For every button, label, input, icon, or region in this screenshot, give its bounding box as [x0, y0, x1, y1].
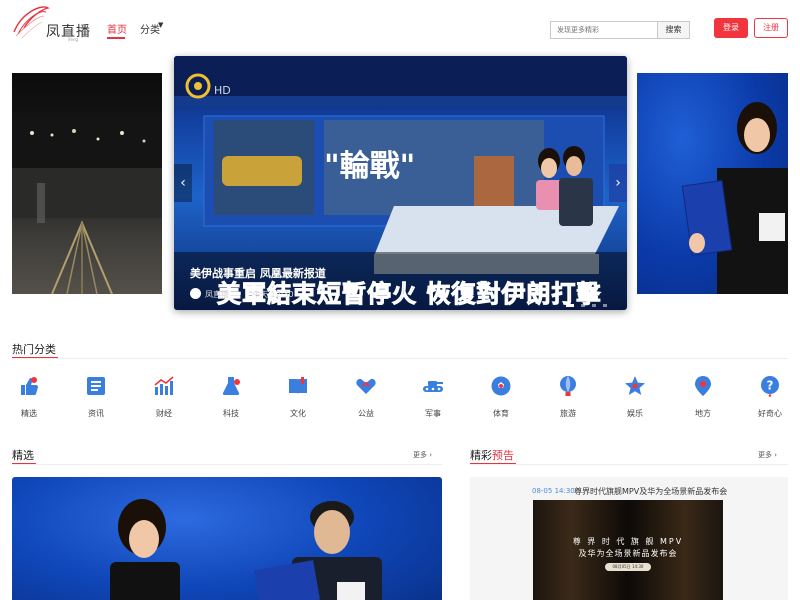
category-item-junshi[interactable]: 军事 [413, 375, 453, 419]
soccer-icon [491, 376, 511, 396]
featured-title: 精选 [12, 449, 34, 462]
chart-icon [154, 376, 174, 395]
featured-video-card[interactable] [12, 477, 442, 600]
poster-date-pill: 08月05日 14:30 [605, 563, 651, 571]
carousel-main-slide[interactable]: HD "輪戰" 美伊战事重启 凤凰最新报道 美軍結束短暫停火 恢復對伊朗打擊 凤… [174, 56, 627, 310]
category-item-jingxuan[interactable]: 精选 [9, 375, 49, 419]
carousel-next-arrow-icon[interactable]: › [609, 164, 627, 202]
tank-icon [423, 381, 443, 392]
svg-text:?: ? [767, 379, 774, 393]
carousel-prev-slide[interactable] [12, 73, 162, 294]
poster-title-2: 及华为全场景新品发布会 [578, 549, 678, 558]
poster-title-1: 尊 界 时 代 旗 舰 MPV [572, 537, 684, 546]
handshake-icon [356, 378, 376, 394]
question-icon: ? [761, 376, 779, 397]
carousel-dot[interactable] [603, 304, 607, 307]
hot-categories-title: 热门分类 [12, 343, 56, 356]
category-item-lvyou[interactable]: 旅游 [548, 375, 588, 419]
nav-home[interactable]: 首页 [107, 21, 127, 36]
category-item-tiyu[interactable]: 体育 [481, 375, 521, 419]
category-item-keji[interactable]: 科技 [211, 375, 251, 419]
hd-badge: HD [214, 84, 231, 97]
news-icon [87, 377, 105, 395]
carousel-source: 凤直播 [205, 290, 229, 299]
carousel-time: 今天 12:30 [252, 290, 294, 299]
page: 凤直播 ifeng 首页 分类 ▼ 搜索 登录 注册 [0, 0, 800, 600]
carousel-prev-arrow-icon[interactable]: ‹ [174, 164, 192, 202]
featured-more-link[interactable]: 更多 › [413, 450, 432, 460]
preview-title: 精彩预告 [470, 447, 514, 463]
section-divider [12, 464, 442, 465]
preview-item-title[interactable]: 尊界时代旗舰MPV及华为全场景新品发布会 [574, 486, 727, 497]
carousel-dots [564, 292, 607, 310]
nav-category[interactable]: 分类 [140, 21, 160, 36]
preview-title-a: 精彩 [470, 449, 492, 462]
search-input[interactable] [550, 21, 658, 39]
category-list: 精选 资讯 财经 科技 文化 公益 军事 体育 旅游 娱乐 地方 ? 好奇心 [12, 375, 788, 420]
search-button[interactable]: 搜索 [657, 21, 690, 39]
section-divider [12, 358, 788, 359]
star-icon [625, 376, 645, 395]
carousel-dot[interactable] [591, 304, 596, 307]
login-button[interactable]: 登录 [714, 18, 748, 38]
category-item-yule[interactable]: 娱乐 [615, 375, 655, 419]
carousel-next-slide[interactable] [637, 73, 788, 294]
category-item-haoqixin[interactable]: ? 好奇心 [750, 375, 790, 419]
source-avatar-icon [190, 288, 201, 299]
night-river-image [12, 113, 162, 294]
logo-subtext: ifeng [68, 37, 79, 42]
thumbs-up-icon [21, 377, 38, 395]
preview-more-link[interactable]: 更多 › [758, 450, 777, 460]
flask-icon [222, 377, 240, 395]
category-item-zixun[interactable]: 资讯 [76, 375, 116, 419]
category-item-gongyi[interactable]: 公益 [346, 375, 386, 419]
chevron-down-icon[interactable]: ▼ [158, 21, 163, 29]
balloon-icon [560, 376, 576, 396]
category-item-caijing[interactable]: 财经 [144, 375, 184, 419]
featured-ceremony-image [110, 499, 382, 600]
carousel-dot[interactable] [565, 304, 574, 307]
site-logo[interactable]: 凤直播 ifeng [12, 2, 92, 42]
nav-home-underline [107, 37, 125, 39]
presenter-image [681, 102, 788, 294]
preview-poster[interactable]: 尊 界 时 代 旗 舰 MPV 及华为全场景新品发布会 08月05日 14:30 [533, 500, 723, 600]
category-item-difang[interactable]: 地方 [683, 375, 723, 419]
carousel-dot[interactable] [580, 304, 585, 307]
register-button[interactable]: 注册 [754, 18, 788, 38]
category-item-wenhua[interactable]: 文化 [278, 375, 318, 419]
preview-time: 08-05 14:30 [532, 487, 575, 495]
preview-title-b: 预告 [492, 449, 514, 462]
screen-banner: "輪戰" [324, 149, 415, 184]
book-icon [289, 377, 307, 394]
section-divider [470, 464, 788, 465]
preview-card[interactable]: 08-05 14:30 尊界时代旗舰MPV及华为全场景新品发布会 尊 界 时 代… [470, 477, 788, 600]
map-pin-icon [695, 376, 711, 396]
